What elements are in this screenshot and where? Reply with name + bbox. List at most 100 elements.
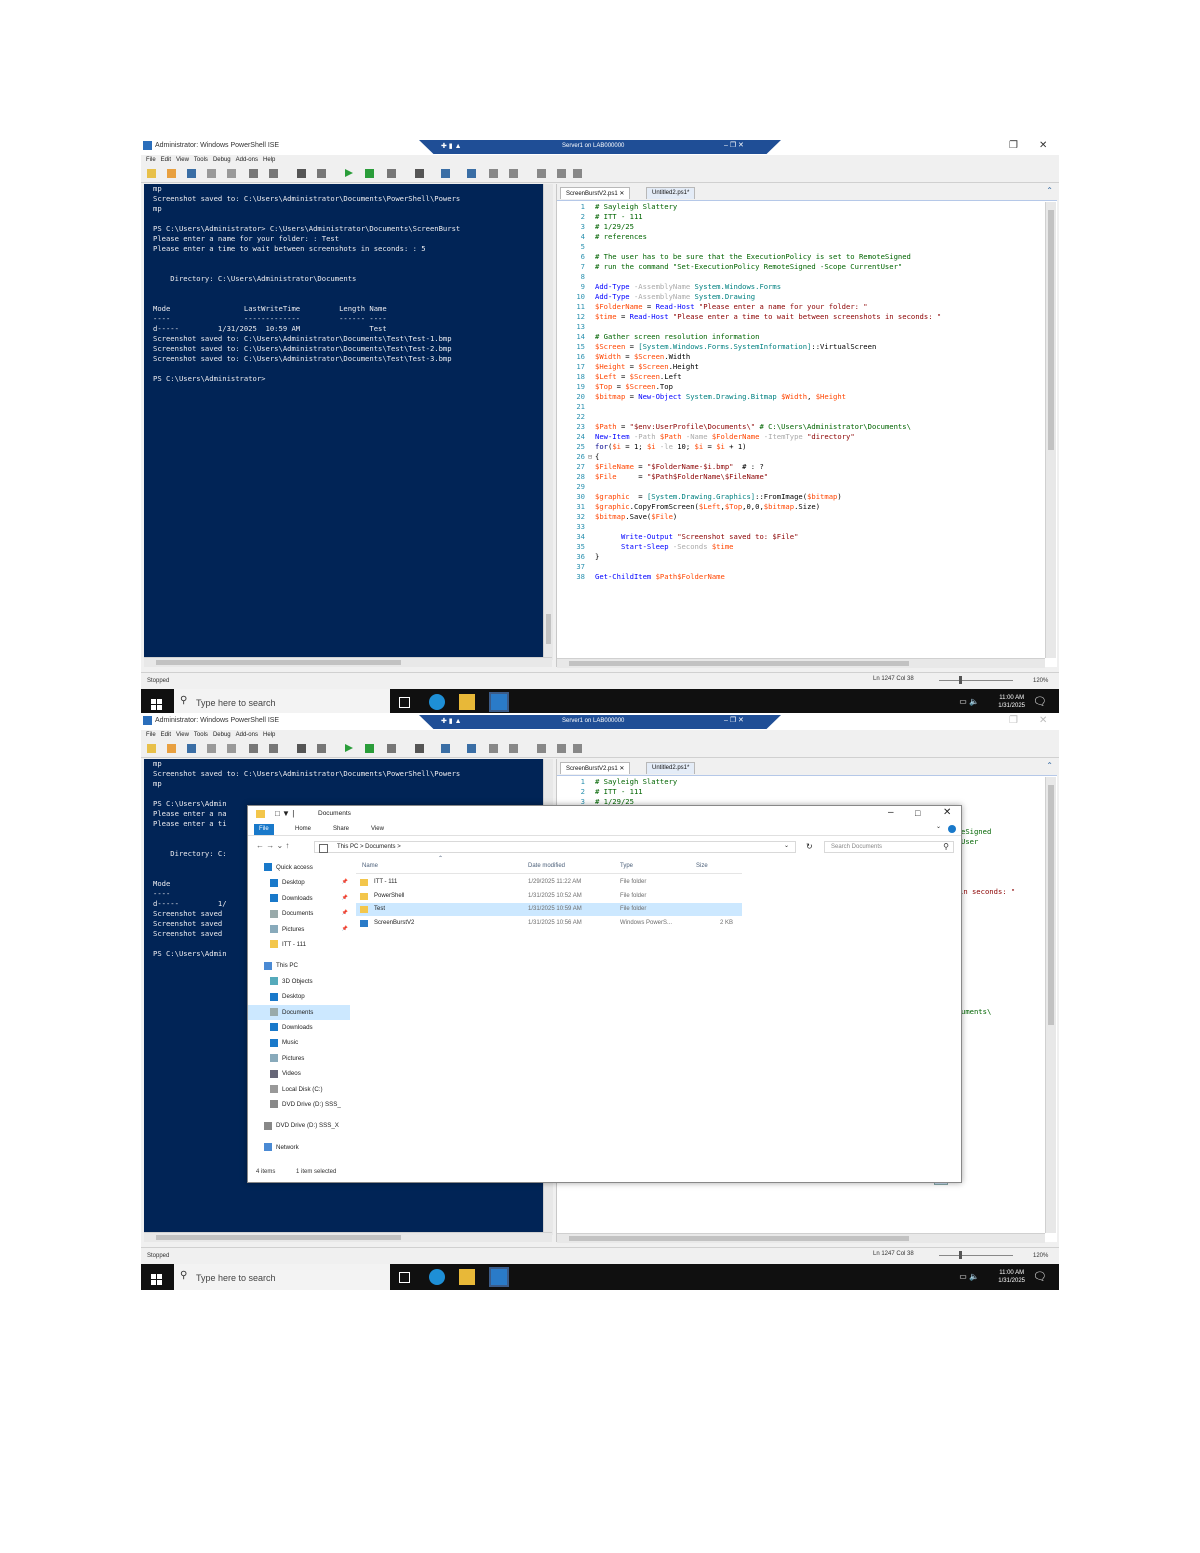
layout-side-icon[interactable] [489,169,498,178]
menu-item-help[interactable]: Help [263,732,275,738]
nav-item-pictures[interactable]: Pictures [248,1051,350,1066]
menu-item-edit[interactable]: Edit [161,732,171,738]
run-icon[interactable] [345,744,353,752]
close-icon[interactable]: ✕ [943,807,951,818]
new-script-icon[interactable] [147,744,156,753]
task-view-icon[interactable] [399,697,410,708]
clock[interactable]: 11:00 AM 1/31/2025 [998,1269,1025,1285]
nav-item-desktop[interactable]: Desktop 📌 [248,875,350,890]
undo-icon[interactable] [297,169,306,178]
quick-access-toolbar-icon[interactable]: □ ▼ | [275,809,294,818]
nav-arrows-icon[interactable]: ← → ⌄ ↑ [256,841,289,850]
column-header-size[interactable]: Size [696,863,708,869]
minimize-icon[interactable]: – [888,807,894,818]
console-pane[interactable]: mp Screenshot saved to: C:\Users\Administ… [144,184,543,660]
layout-icon[interactable] [467,169,476,178]
new-script-icon[interactable] [147,169,156,178]
tab-close-icon[interactable]: ✕ [618,766,624,772]
console-horizontal-scrollbar[interactable] [144,1232,552,1242]
restore-icon[interactable]: ❐ [1009,715,1018,726]
menu-item-addons[interactable]: Add-ons [236,157,258,163]
tab-screenburstv2-ps1[interactable]: ScreenBurstV2.ps1 ✕ [560,187,631,199]
editor-hscroll-thumb[interactable] [569,1236,909,1241]
save-icon[interactable] [187,169,196,178]
edge-icon[interactable] [429,1269,445,1285]
nav-item-dvd-drive-d-sss-x[interactable]: DVD Drive (D:) SSS_X [248,1118,350,1133]
file-row-test[interactable]: Test 1/31/2025 10:59 AM File folder [356,903,742,916]
run-selection-icon[interactable] [365,744,374,753]
windows-start-icon[interactable] [151,697,162,710]
collapse-script-pane-icon[interactable]: ⌃ [1046,761,1053,770]
zoom-slider[interactable] [939,1255,1013,1256]
address-dropdown-icon[interactable]: ⌄ [784,842,789,849]
editor-vertical-scrollbar[interactable] [1045,202,1056,658]
more-icon[interactable] [573,744,582,753]
stop-icon[interactable] [387,744,396,753]
nav-item-downloads[interactable]: Downloads 📌 [248,891,350,906]
edge-icon[interactable] [429,694,445,710]
tab-close-icon[interactable]: ✕ [618,191,624,197]
nav-item-quick-access[interactable]: Quick access [248,860,350,875]
clock[interactable]: 11:00 AM 1/31/2025 [998,694,1025,710]
nav-item-pictures[interactable]: Pictures 📌 [248,922,350,937]
tab-screenburstv2-ps1[interactable]: ScreenBurstV2.ps1 ✕ [560,762,631,774]
nav-item-documents[interactable]: Documents [248,1004,350,1020]
editor-scroll-thumb[interactable] [1048,785,1054,1025]
ribbon-tab-file[interactable]: File [254,824,274,835]
notification-icon[interactable]: 🗨 [1033,695,1047,708]
menu-item-file[interactable]: File [146,732,156,738]
run-icon[interactable] [345,169,353,177]
column-header-type[interactable]: Type [620,863,633,869]
powershell-ise-taskbar-icon[interactable] [491,1269,507,1285]
collapse-script-pane-icon[interactable]: ⌃ [1046,186,1053,195]
layout-max-icon[interactable] [509,744,518,753]
menu-item-edit[interactable]: Edit [161,157,171,163]
column-header-date-modified[interactable]: Date modified [528,863,565,869]
menu-item-debug[interactable]: Debug [213,732,231,738]
search-documents-input[interactable]: Search Documents ⚲ [824,841,954,853]
menu-item-addons[interactable]: Add-ons [236,732,258,738]
restore-icon[interactable]: ❐ [1009,140,1018,151]
open-icon[interactable] [167,744,176,753]
editor-hscroll-thumb[interactable] [569,661,909,666]
remote-window-controls[interactable]: – ❐ ✕ [724,716,744,724]
powershell-ise-taskbar-icon[interactable] [491,694,507,710]
tab-untitled2-ps1-[interactable]: Untitled2.ps1* [646,187,696,199]
close-icon[interactable]: ✕ [1039,140,1047,151]
task-view-icon[interactable] [399,1272,410,1283]
maximize-icon[interactable]: □ [915,808,920,818]
close-icon[interactable]: ✕ [1039,715,1047,726]
network-volume-icons[interactable]: ▭ 🔈 [959,1272,979,1281]
debug-icon[interactable] [415,169,424,178]
zoom-slider-knob[interactable] [959,676,962,684]
notification-icon[interactable]: 🗨 [1033,1270,1047,1283]
addon-icon[interactable] [557,169,566,178]
nav-item-this-pc[interactable]: This PC [248,958,350,973]
nav-item-videos[interactable]: Videos [248,1066,350,1081]
copy-icon[interactable] [227,744,236,753]
editor-scroll-thumb[interactable] [1048,210,1054,450]
nav-item-documents[interactable]: Documents 📌 [248,906,350,921]
console-horizontal-scrollbar[interactable] [144,657,552,667]
addon-icon[interactable] [557,744,566,753]
taskbar-search-box[interactable]: ⚲ Type here to search [174,1264,390,1290]
redo-icon[interactable] [317,169,326,178]
script-code[interactable]: 1 # Sayleigh Slattery 2 # ITT - 111 3 # 1/… [557,777,1042,807]
stop-icon[interactable] [387,169,396,178]
fold-toggle-icon[interactable]: ⊟ [585,452,595,462]
console-hscroll-thumb[interactable] [156,660,401,665]
editor-horizontal-scrollbar[interactable] [557,1233,1045,1243]
address-bar[interactable]: This PC > Documents > ⌄ [314,841,796,853]
commands-icon[interactable] [537,744,546,753]
nav-item-dvd-drive-d-sss-[interactable]: DVD Drive (D:) SSS_ [248,1097,350,1112]
zoom-slider-knob[interactable] [959,1251,962,1259]
nav-item-downloads[interactable]: Downloads [248,1020,350,1035]
open-icon[interactable] [167,169,176,178]
undo-icon[interactable] [297,744,306,753]
nav-item-network[interactable]: Network [248,1140,350,1155]
paste-icon[interactable] [249,744,258,753]
ribbon-tab-share[interactable]: Share [328,824,354,835]
file-row-powershell[interactable]: PowerShell 1/31/2025 10:52 AM File folder [356,890,742,903]
ribbon-tab-view[interactable]: View [366,824,389,835]
cut-icon[interactable] [207,169,216,178]
